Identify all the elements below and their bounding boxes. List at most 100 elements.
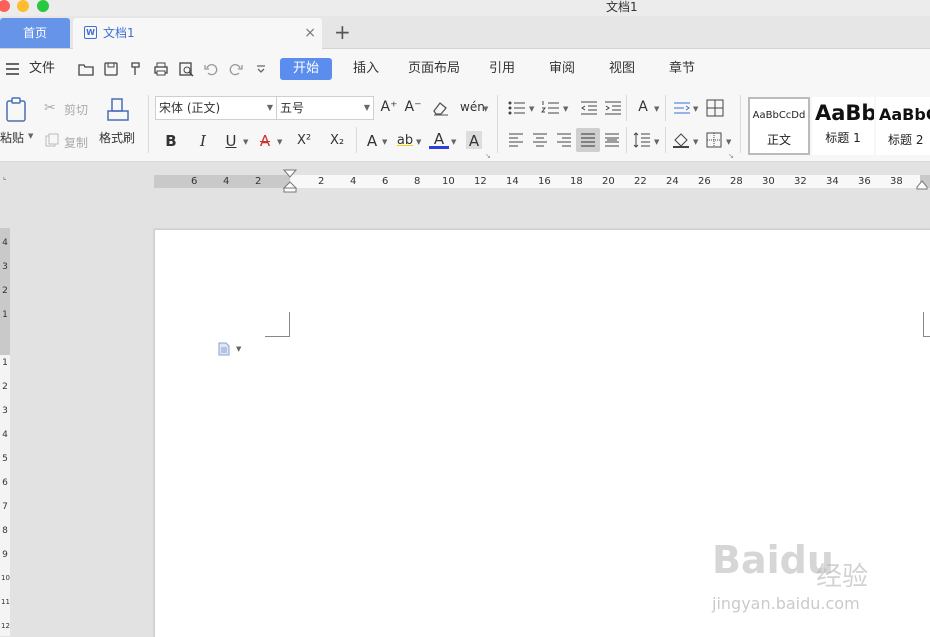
- shading-dropdown-icon[interactable]: ▼: [693, 138, 698, 146]
- borders-icon[interactable]: [706, 132, 722, 148]
- shading-icon[interactable]: [672, 132, 690, 148]
- undo-icon[interactable]: [203, 61, 219, 77]
- bullet-list-icon[interactable]: [507, 100, 527, 116]
- vruler-tick: 10: [1, 574, 10, 582]
- format-painter-icon[interactable]: [106, 97, 130, 123]
- italic-button[interactable]: I: [193, 131, 213, 151]
- vertical-ruler-text-area: [0, 355, 10, 636]
- justify-button[interactable]: [576, 128, 600, 152]
- font-dialog-launcher-icon[interactable]: ↘: [485, 152, 491, 160]
- font-color-dropdown-icon[interactable]: ▼: [451, 138, 456, 146]
- paste-icon[interactable]: [4, 97, 28, 123]
- vruler-tick: 3: [2, 262, 8, 272]
- text-effect-dropdown-icon[interactable]: ▼: [382, 138, 387, 146]
- print-icon[interactable]: [153, 61, 169, 77]
- menu-review[interactable]: 审阅: [549, 49, 575, 89]
- font-name-select[interactable]: 宋体 (正文) ▼: [155, 96, 277, 120]
- horizontal-ruler[interactable]: 6 4 2 2 4 6 8 10 12 14 16 18 20 22 24 26…: [154, 175, 930, 188]
- vruler-tick: 3: [2, 406, 8, 416]
- borders-dropdown-icon[interactable]: ▼: [726, 138, 731, 146]
- underline-dropdown-icon[interactable]: ▼: [243, 138, 248, 146]
- paragraph-options-dropdown-icon[interactable]: ▼: [236, 345, 241, 353]
- close-tab-icon[interactable]: ×: [304, 18, 316, 49]
- font-name-value: 宋体 (正文): [159, 101, 221, 115]
- align-justify-icon: [581, 133, 595, 147]
- print-preview-icon[interactable]: [178, 61, 194, 77]
- paragraph-options-icon[interactable]: [218, 342, 230, 356]
- menu-chapter[interactable]: 章节: [669, 49, 695, 89]
- menu-view[interactable]: 视图: [609, 49, 635, 89]
- table-insert-icon[interactable]: [706, 99, 724, 117]
- vertical-ruler[interactable]: 4 3 2 1 1 2 3 4 5 6 7 8 9 10 11 12: [0, 228, 10, 636]
- decrease-indent-icon[interactable]: [580, 100, 598, 116]
- menu-start[interactable]: 开始: [280, 58, 332, 80]
- hamburger-menu-icon[interactable]: [6, 63, 19, 75]
- strikethrough-button[interactable]: A: [255, 131, 275, 151]
- tab-home[interactable]: 首页: [0, 18, 70, 48]
- ruler-tick: 4: [223, 176, 230, 187]
- style-heading-1[interactable]: AaBb 标题 1: [812, 97, 874, 155]
- text-effect-icon[interactable]: A: [362, 131, 382, 151]
- phonetic-guide-icon[interactable]: wén: [460, 97, 485, 117]
- open-folder-icon[interactable]: [78, 61, 94, 77]
- new-tab-button[interactable]: +: [334, 18, 351, 47]
- menu-insert[interactable]: 插入: [353, 49, 379, 89]
- style-heading-2[interactable]: AaBbC 标题 2: [876, 97, 930, 155]
- ruler-tick: 28: [730, 176, 743, 187]
- highlight-icon[interactable]: ab: [395, 131, 415, 151]
- sort-icon[interactable]: [673, 100, 691, 116]
- redo-icon[interactable]: [228, 61, 244, 77]
- save-icon[interactable]: [103, 61, 119, 77]
- font-color-icon[interactable]: A: [429, 131, 449, 149]
- numbered-list-icon[interactable]: [541, 100, 561, 116]
- text-direction-dropdown-icon[interactable]: ▼: [654, 105, 659, 113]
- char-shading-icon[interactable]: A: [466, 131, 482, 150]
- indent-marker-icon[interactable]: [283, 169, 297, 193]
- phonetic-dropdown-icon[interactable]: ▼: [483, 105, 488, 113]
- superscript-button[interactable]: X²: [294, 131, 314, 151]
- ruler-tick: 20: [602, 176, 615, 187]
- align-right-icon[interactable]: [556, 133, 572, 147]
- underline-button[interactable]: U: [221, 131, 241, 151]
- align-left-icon[interactable]: [508, 133, 524, 147]
- strikethrough-dropdown-icon[interactable]: ▼: [277, 138, 282, 146]
- line-spacing-dropdown-icon[interactable]: ▼: [654, 138, 659, 146]
- grow-font-button[interactable]: A⁺: [379, 97, 399, 117]
- copy-icon: [45, 133, 59, 147]
- vruler-tick: 6: [2, 478, 8, 488]
- menu-references[interactable]: 引用: [489, 49, 515, 89]
- shrink-font-button[interactable]: A⁻: [403, 97, 423, 117]
- format-painter-small-icon[interactable]: [128, 61, 144, 77]
- paste-button[interactable]: 粘贴: [0, 129, 24, 146]
- style-normal[interactable]: AaBbCcDd 正文: [748, 97, 810, 155]
- tab-stop-selector-icon[interactable]: ⌞: [3, 172, 7, 181]
- line-spacing-icon[interactable]: [633, 132, 651, 148]
- right-indent-marker-icon[interactable]: [916, 180, 928, 190]
- numbered-dropdown-icon[interactable]: ▼: [563, 105, 568, 113]
- paste-dropdown-icon[interactable]: ▼: [28, 132, 33, 140]
- sort-dropdown-icon[interactable]: ▼: [693, 105, 698, 113]
- ruler-tick: 14: [506, 176, 519, 187]
- copy-button[interactable]: 复制: [64, 134, 88, 151]
- vruler-tick: 7: [2, 502, 8, 512]
- cut-button[interactable]: 剪切: [64, 101, 88, 118]
- font-size-select[interactable]: 五号 ▼: [276, 96, 374, 120]
- subscript-button[interactable]: X₂: [327, 131, 347, 151]
- format-painter-button[interactable]: 格式刷: [99, 129, 135, 146]
- paragraph-dialog-launcher-icon[interactable]: ↘: [728, 152, 734, 160]
- distributed-align-icon[interactable]: [604, 133, 620, 147]
- increase-indent-icon[interactable]: [604, 100, 622, 116]
- highlight-dropdown-icon[interactable]: ▼: [416, 138, 421, 146]
- ruler-tick: 10: [442, 176, 455, 187]
- bold-button[interactable]: B: [161, 131, 181, 151]
- menu-page-layout[interactable]: 页面布局: [408, 49, 460, 89]
- text-direction-icon[interactable]: A: [633, 97, 653, 117]
- menu-file[interactable]: 文件: [29, 49, 55, 89]
- clear-format-icon[interactable]: [432, 100, 450, 116]
- bullet-dropdown-icon[interactable]: ▼: [529, 105, 534, 113]
- align-center-icon[interactable]: [532, 133, 548, 147]
- tab-document[interactable]: W 文档1 ×: [73, 18, 322, 49]
- ruler-tick: 18: [570, 176, 583, 187]
- baidu-watermark-text: 经验: [816, 562, 869, 592]
- customize-toolbar-icon[interactable]: [253, 61, 269, 77]
